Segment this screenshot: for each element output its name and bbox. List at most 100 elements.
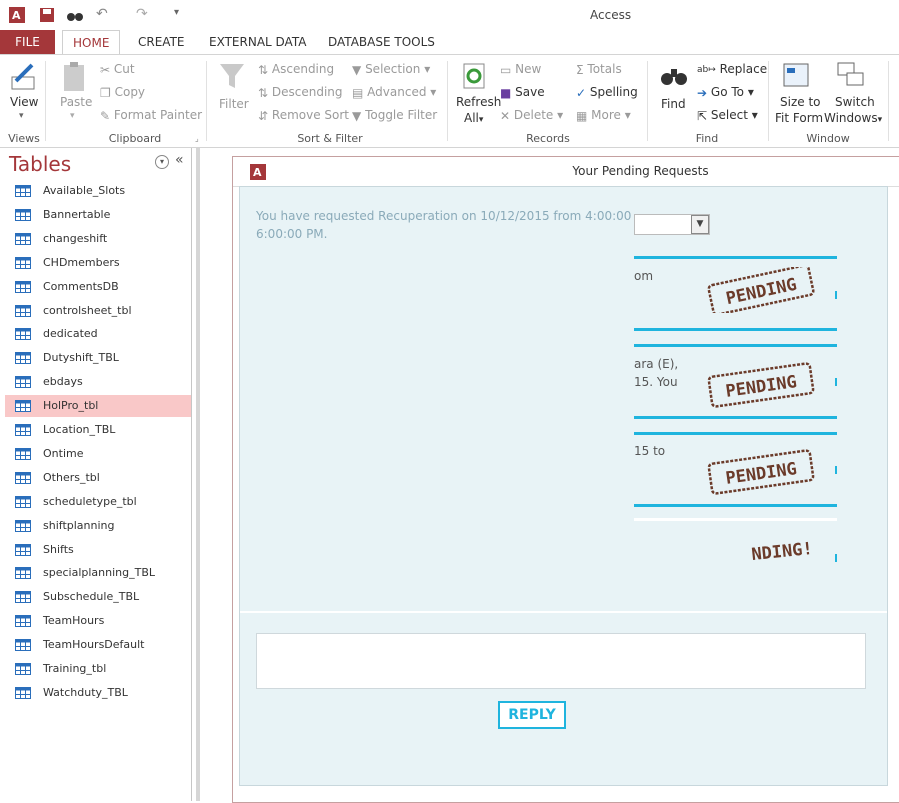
selection-button[interactable]: ▼ Selection ▾ bbox=[352, 62, 430, 77]
nav-item-table[interactable]: Shifts bbox=[5, 539, 191, 561]
nav-item-table[interactable]: TeamHoursDefault bbox=[5, 634, 191, 656]
find-icon[interactable] bbox=[660, 63, 688, 89]
switch-windows-label-text: Windows bbox=[824, 111, 878, 125]
nav-item-table[interactable]: Training_tbl bbox=[5, 658, 191, 680]
find-button[interactable]: Find bbox=[661, 97, 686, 111]
nav-item-table[interactable]: HolPro_tbl bbox=[5, 395, 191, 418]
nav-item-table[interactable]: Available_Slots bbox=[5, 180, 191, 202]
divider bbox=[45, 61, 46, 141]
advanced-button[interactable]: ▤ Advanced ▾ bbox=[352, 85, 436, 100]
nav-item-table[interactable]: specialplanning_TBL bbox=[5, 562, 191, 584]
reply-button[interactable]: REPLY bbox=[498, 701, 566, 729]
nav-item-label: HolPro_tbl bbox=[43, 399, 99, 413]
tab-home[interactable]: HOME bbox=[62, 30, 121, 56]
delete-label: Delete bbox=[513, 108, 554, 122]
more-button[interactable]: ▦ More ▾ bbox=[576, 108, 631, 123]
paste-dropdown-icon[interactable]: ▾ bbox=[70, 111, 75, 121]
pending-stamp: PENDING bbox=[707, 267, 815, 313]
copy-button[interactable]: ❐ Copy bbox=[100, 85, 145, 100]
cut-button[interactable]: ✂ Cut bbox=[100, 62, 135, 77]
nav-item-table[interactable]: Ontime bbox=[5, 443, 191, 465]
paste-icon[interactable] bbox=[60, 61, 90, 93]
goto-button[interactable]: ➔ Go To ▾ bbox=[697, 85, 754, 100]
nav-menu-dropdown-icon[interactable]: ▾ bbox=[155, 155, 169, 169]
nav-item-table[interactable]: changeshift bbox=[5, 228, 191, 250]
table-icon bbox=[15, 256, 31, 269]
nav-item-table[interactable]: controlsheet_tbl bbox=[5, 300, 191, 322]
save-icon[interactable] bbox=[38, 6, 56, 24]
refresh-button[interactable]: Refresh bbox=[456, 95, 501, 109]
nav-item-label: TeamHoursDefault bbox=[43, 638, 145, 652]
nav-item-table[interactable]: Bannertable bbox=[5, 204, 191, 226]
shutter-bar-close-icon[interactable]: « bbox=[175, 152, 184, 168]
nav-item-table[interactable]: Others_tbl bbox=[5, 467, 191, 489]
tab-external-data[interactable]: EXTERNAL DATA bbox=[199, 30, 316, 54]
binoculars-icon[interactable] bbox=[66, 6, 84, 24]
nav-item-table[interactable]: CHDmembers bbox=[5, 252, 191, 274]
table-icon bbox=[15, 280, 31, 293]
nav-item-table[interactable]: shiftplanning bbox=[5, 515, 191, 537]
request-separator-line bbox=[634, 344, 837, 347]
view-icon[interactable] bbox=[10, 61, 40, 91]
view-button[interactable]: View bbox=[10, 95, 38, 109]
request-separator-line bbox=[634, 328, 837, 331]
clipboard-launcher-icon[interactable]: ⌟ bbox=[195, 134, 199, 143]
replace-button[interactable]: ab↦ Replace bbox=[697, 62, 767, 76]
combo-dropdown-icon[interactable]: ▼ bbox=[691, 215, 709, 234]
ribbon-tabs: FILE HOME CREATE EXTERNAL DATA DATABASE … bbox=[0, 30, 899, 56]
select-button[interactable]: ⇱ Select ▾ bbox=[697, 108, 758, 123]
tab-create[interactable]: CREATE bbox=[128, 30, 195, 54]
redo-icon[interactable]: ↷ bbox=[136, 6, 148, 22]
refresh-all-button[interactable]: All▾ bbox=[464, 111, 483, 125]
size-to-fit-label-2: Fit Form bbox=[775, 111, 824, 125]
nav-item-table[interactable]: scheduletype_tbl bbox=[5, 491, 191, 513]
nav-pane-title[interactable]: Tables bbox=[9, 152, 71, 176]
toggle-filter-button[interactable]: ▼ Toggle Filter bbox=[352, 108, 437, 123]
view-dropdown-icon[interactable]: ▾ bbox=[19, 111, 24, 121]
switch-windows-icon[interactable] bbox=[836, 61, 866, 89]
request-marker bbox=[835, 291, 837, 299]
form-body: You have requested Recuperation on 10/12… bbox=[239, 186, 888, 786]
request-separator-line bbox=[634, 504, 837, 507]
switch-windows-button[interactable]: Switch bbox=[835, 95, 875, 109]
nav-item-table[interactable]: dedicated bbox=[5, 323, 191, 345]
nav-item-table[interactable]: Dutyshift_TBL bbox=[5, 347, 191, 369]
toggle-filter-label: Toggle Filter bbox=[365, 108, 438, 122]
nav-item-label: ebdays bbox=[43, 375, 83, 389]
tab-database-tools[interactable]: DATABASE TOOLS bbox=[318, 30, 445, 54]
size-to-fit-button[interactable]: Size to bbox=[780, 95, 821, 109]
nav-item-label: scheduletype_tbl bbox=[43, 494, 137, 508]
nav-item-table[interactable]: Subschedule_TBL bbox=[5, 586, 191, 608]
spelling-button[interactable]: ✓ Spelling bbox=[576, 85, 638, 100]
selection-label: Selection bbox=[365, 62, 421, 76]
descending-button[interactable]: ⇅ Descending bbox=[258, 85, 343, 100]
request-combo-box[interactable]: ▼ bbox=[634, 214, 710, 235]
ribbon: View ▾ Views Paste ▾ ✂ Cut ❐ Copy ✎ Form… bbox=[0, 54, 899, 148]
filter-icon[interactable] bbox=[218, 61, 246, 91]
totals-button[interactable]: Σ Totals bbox=[576, 62, 622, 77]
undo-icon[interactable]: ↶ bbox=[96, 6, 108, 22]
save-record-button[interactable]: ■ Save bbox=[500, 85, 545, 100]
delete-record-button[interactable]: ✕ Delete ▾ bbox=[500, 108, 563, 123]
brush-icon: ✎ bbox=[100, 108, 111, 123]
filter-button[interactable]: Filter bbox=[219, 97, 249, 111]
nav-item-table[interactable]: TeamHours bbox=[5, 610, 191, 632]
request-2-text-line2: 15. You bbox=[634, 375, 678, 389]
nav-item-table[interactable]: Location_TBL bbox=[5, 419, 191, 441]
save-label: Save bbox=[515, 85, 545, 99]
tab-file[interactable]: FILE bbox=[0, 30, 55, 54]
more-icon: ▦ bbox=[576, 108, 588, 123]
size-to-fit-icon[interactable] bbox=[782, 61, 810, 89]
refresh-icon[interactable] bbox=[461, 61, 489, 91]
advanced-dropdown-icon: ▾ bbox=[430, 85, 437, 99]
remove-sort-button[interactable]: ⇵ Remove Sort bbox=[258, 108, 349, 123]
new-record-button[interactable]: ▭ New bbox=[500, 62, 541, 77]
nav-item-table[interactable]: Watchduty_TBL bbox=[5, 682, 191, 704]
reply-textbox[interactable] bbox=[256, 633, 866, 689]
nav-item-table[interactable]: CommentsDB bbox=[5, 276, 191, 298]
nav-item-table[interactable]: ebdays bbox=[5, 371, 191, 393]
customize-qat-icon[interactable]: ▾ bbox=[174, 7, 179, 18]
paste-button[interactable]: Paste bbox=[60, 95, 92, 109]
format-painter-button[interactable]: ✎ Format Painter bbox=[100, 108, 202, 123]
ascending-button[interactable]: ⇅ Ascending bbox=[258, 62, 334, 77]
